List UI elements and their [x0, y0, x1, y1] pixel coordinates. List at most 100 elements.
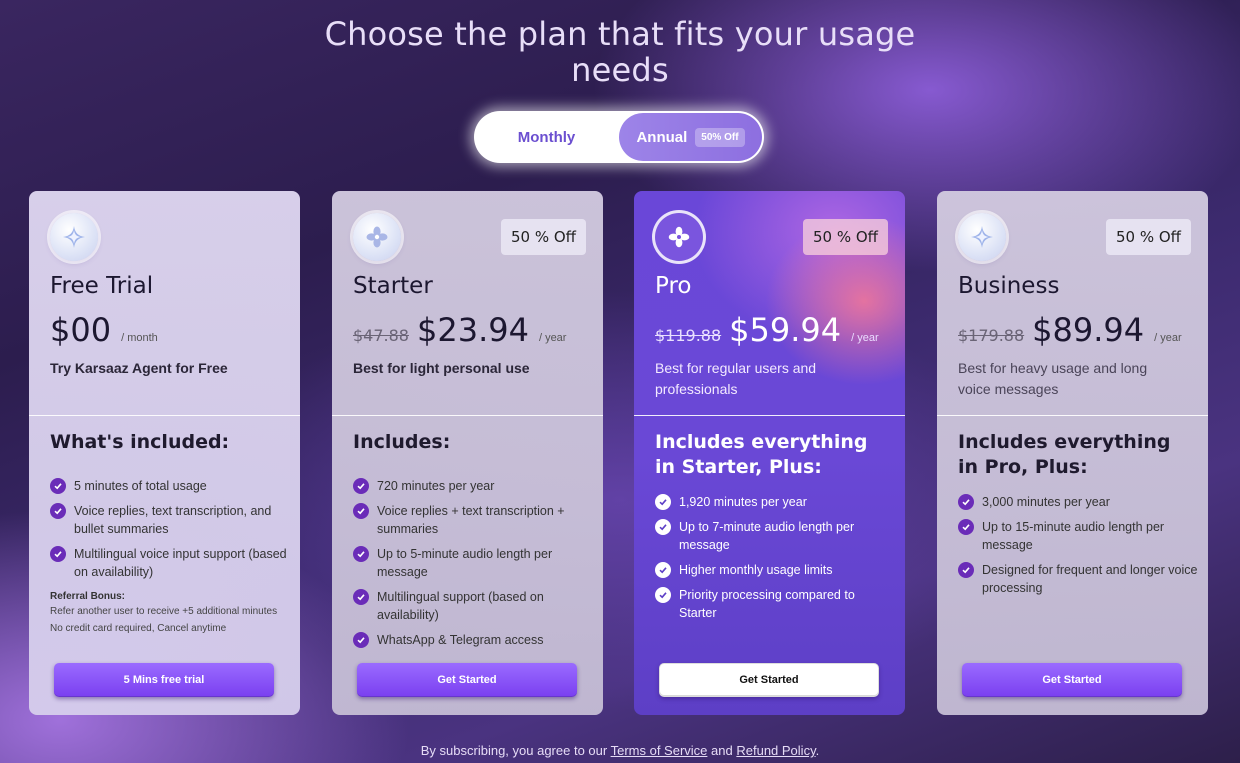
- plan-card-free-trial: Free Trial $00 / month Try Karsaaz Agent…: [29, 191, 300, 715]
- feature-item: 5 minutes of total usage: [50, 477, 290, 495]
- feature-item: 720 minutes per year: [353, 477, 593, 495]
- feature-item: Up to 7-minute audio length per message: [655, 518, 895, 554]
- page-title-line1: Choose the plan that fits your usage: [324, 15, 916, 53]
- feature-item: WhatsApp & Telegram access: [353, 631, 593, 649]
- feature-item: Up to 15-minute audio length per message: [958, 518, 1198, 554]
- plan-card-business: 50 % Off Business $179.88 $89.94 / year …: [937, 191, 1208, 715]
- plan-name: Free Trial: [50, 273, 154, 299]
- feature-list: 720 minutes per year Voice replies + tex…: [353, 477, 593, 656]
- feature-text: Up to 7-minute audio length per message: [679, 520, 855, 552]
- feature-text: Up to 15-minute audio length per message: [982, 520, 1165, 552]
- feature-item: Higher monthly usage limits: [655, 561, 895, 579]
- check-icon: [655, 587, 671, 603]
- feature-text: Designed for frequent and longer voice p…: [982, 563, 1198, 595]
- plan-price: $59.94: [729, 311, 842, 349]
- feature-text: 720 minutes per year: [377, 479, 495, 493]
- card-divider: [332, 415, 603, 416]
- feature-text: Multilingual support (based on availabil…: [377, 590, 544, 622]
- price-row: $179.88 $89.94 / year: [958, 311, 1182, 349]
- plan-name: Starter: [353, 273, 433, 299]
- check-icon: [655, 562, 671, 578]
- plan-tagline: Best for regular users and professionals: [655, 360, 817, 397]
- feature-item: Designed for frequent and longer voice p…: [958, 561, 1198, 597]
- referral-note: No credit card required, Cancel anytime: [50, 623, 227, 634]
- plan-price: $00: [50, 311, 112, 349]
- sparkle-icon: [958, 213, 1006, 261]
- includes-title: What's included:: [50, 431, 230, 453]
- sparkle-icon: [50, 213, 98, 261]
- feature-list: 3,000 minutes per year Up to 15-minute a…: [958, 493, 1198, 604]
- referral-bonus: Referral Bonus: Refer another user to re…: [50, 590, 280, 639]
- feature-item: Voice replies, text transcription, and b…: [50, 502, 290, 538]
- feature-text: Multilingual voice input support (based …: [74, 547, 287, 579]
- feature-text: 5 minutes of total usage: [74, 479, 207, 493]
- starter-get-started-button[interactable]: Get Started: [357, 663, 577, 697]
- check-icon: [958, 562, 974, 578]
- plan-tagline: Best for light personal use: [353, 360, 530, 376]
- check-icon: [50, 478, 66, 494]
- page-title: Choose the plan that fits your usage nee…: [0, 16, 1240, 88]
- terms-of-service-link[interactable]: Terms of Service: [611, 743, 708, 758]
- annual-label: Annual: [636, 128, 688, 146]
- plan-tagline: Best for heavy usage and long voice mess…: [958, 360, 1148, 397]
- check-icon: [958, 494, 974, 510]
- plan-price: $23.94: [416, 311, 529, 349]
- plan-card-pro: 50 % Off Pro $119.88 $59.94 / year Best …: [634, 191, 905, 715]
- feature-item: Up to 5-minute audio length per message: [353, 545, 593, 581]
- feature-item: Multilingual support (based on availabil…: [353, 588, 593, 624]
- plan-name: Business: [958, 273, 1060, 299]
- discount-badge: 50 % Off: [500, 219, 586, 255]
- footer-legal: By subscribing, you agree to our Terms o…: [0, 743, 1240, 758]
- original-price: $119.88: [655, 326, 722, 345]
- feature-text: Higher monthly usage limits: [679, 563, 833, 577]
- feature-item: Voice replies + text transcription + sum…: [353, 502, 593, 538]
- referral-text: Refer another user to receive +5 additio…: [50, 606, 278, 617]
- check-icon: [655, 519, 671, 535]
- check-icon: [353, 478, 369, 494]
- footer-and: and: [711, 743, 733, 758]
- monthly-option[interactable]: Monthly: [474, 111, 619, 163]
- check-icon: [50, 503, 66, 519]
- plan-tagline: Try Karsaaz Agent for Free: [50, 360, 228, 376]
- annual-option[interactable]: Annual 50% Off: [619, 113, 762, 161]
- page-title-line2: needs: [571, 51, 669, 89]
- feature-item: Multilingual voice input support (based …: [50, 545, 290, 581]
- feature-text: Voice replies, text transcription, and b…: [74, 504, 272, 536]
- feature-text: Voice replies + text transcription + sum…: [377, 504, 565, 536]
- original-price: $179.88: [958, 326, 1025, 345]
- footer-suffix: .: [815, 743, 820, 758]
- price-row: $119.88 $59.94 / year: [655, 311, 879, 349]
- refund-policy-link[interactable]: Refund Policy: [736, 743, 815, 758]
- billing-period: / year: [1154, 332, 1182, 344]
- card-divider: [937, 415, 1208, 416]
- card-divider: [29, 415, 300, 416]
- feature-text: 1,920 minutes per year: [679, 495, 807, 509]
- price-row: $47.88 $23.94 / year: [353, 311, 566, 349]
- price-row: $00 / month: [50, 311, 158, 349]
- business-get-started-button[interactable]: Get Started: [962, 663, 1182, 697]
- monthly-label: Monthly: [517, 128, 576, 146]
- feature-item: 3,000 minutes per year: [958, 493, 1198, 511]
- annual-discount-badge: 50% Off: [695, 127, 745, 147]
- check-icon: [353, 632, 369, 648]
- includes-title: Includes everything in Starter, Plus:: [655, 431, 868, 478]
- plan-card-starter: 50 % Off Starter $47.88 $23.94 / year Be…: [332, 191, 603, 715]
- discount-badge: 50 % Off: [802, 219, 888, 255]
- feature-list: 1,920 minutes per year Up to 7-minute au…: [655, 493, 895, 629]
- pro-get-started-button[interactable]: Get Started: [659, 663, 879, 697]
- footer-prefix: By subscribing, you agree to our: [420, 743, 608, 758]
- includes-title: Includes everything in Pro, Plus:: [958, 431, 1171, 478]
- original-price: $47.88: [353, 326, 409, 345]
- flower-icon: [353, 213, 401, 261]
- billing-period: / year: [538, 332, 567, 344]
- includes-title: Includes:: [353, 431, 451, 453]
- feature-item: 1,920 minutes per year: [655, 493, 895, 511]
- feature-text: Priority processing compared to Starter: [679, 588, 855, 620]
- card-divider: [634, 415, 905, 416]
- feature-text: Up to 5-minute audio length per message: [377, 547, 553, 579]
- discount-badge: 50 % Off: [1105, 219, 1191, 255]
- free-trial-button[interactable]: 5 Mins free trial: [54, 663, 274, 697]
- feature-text: WhatsApp & Telegram access: [377, 633, 544, 647]
- billing-toggle: Monthly Annual 50% Off: [474, 111, 764, 163]
- feature-item: Priority processing compared to Starter: [655, 586, 895, 622]
